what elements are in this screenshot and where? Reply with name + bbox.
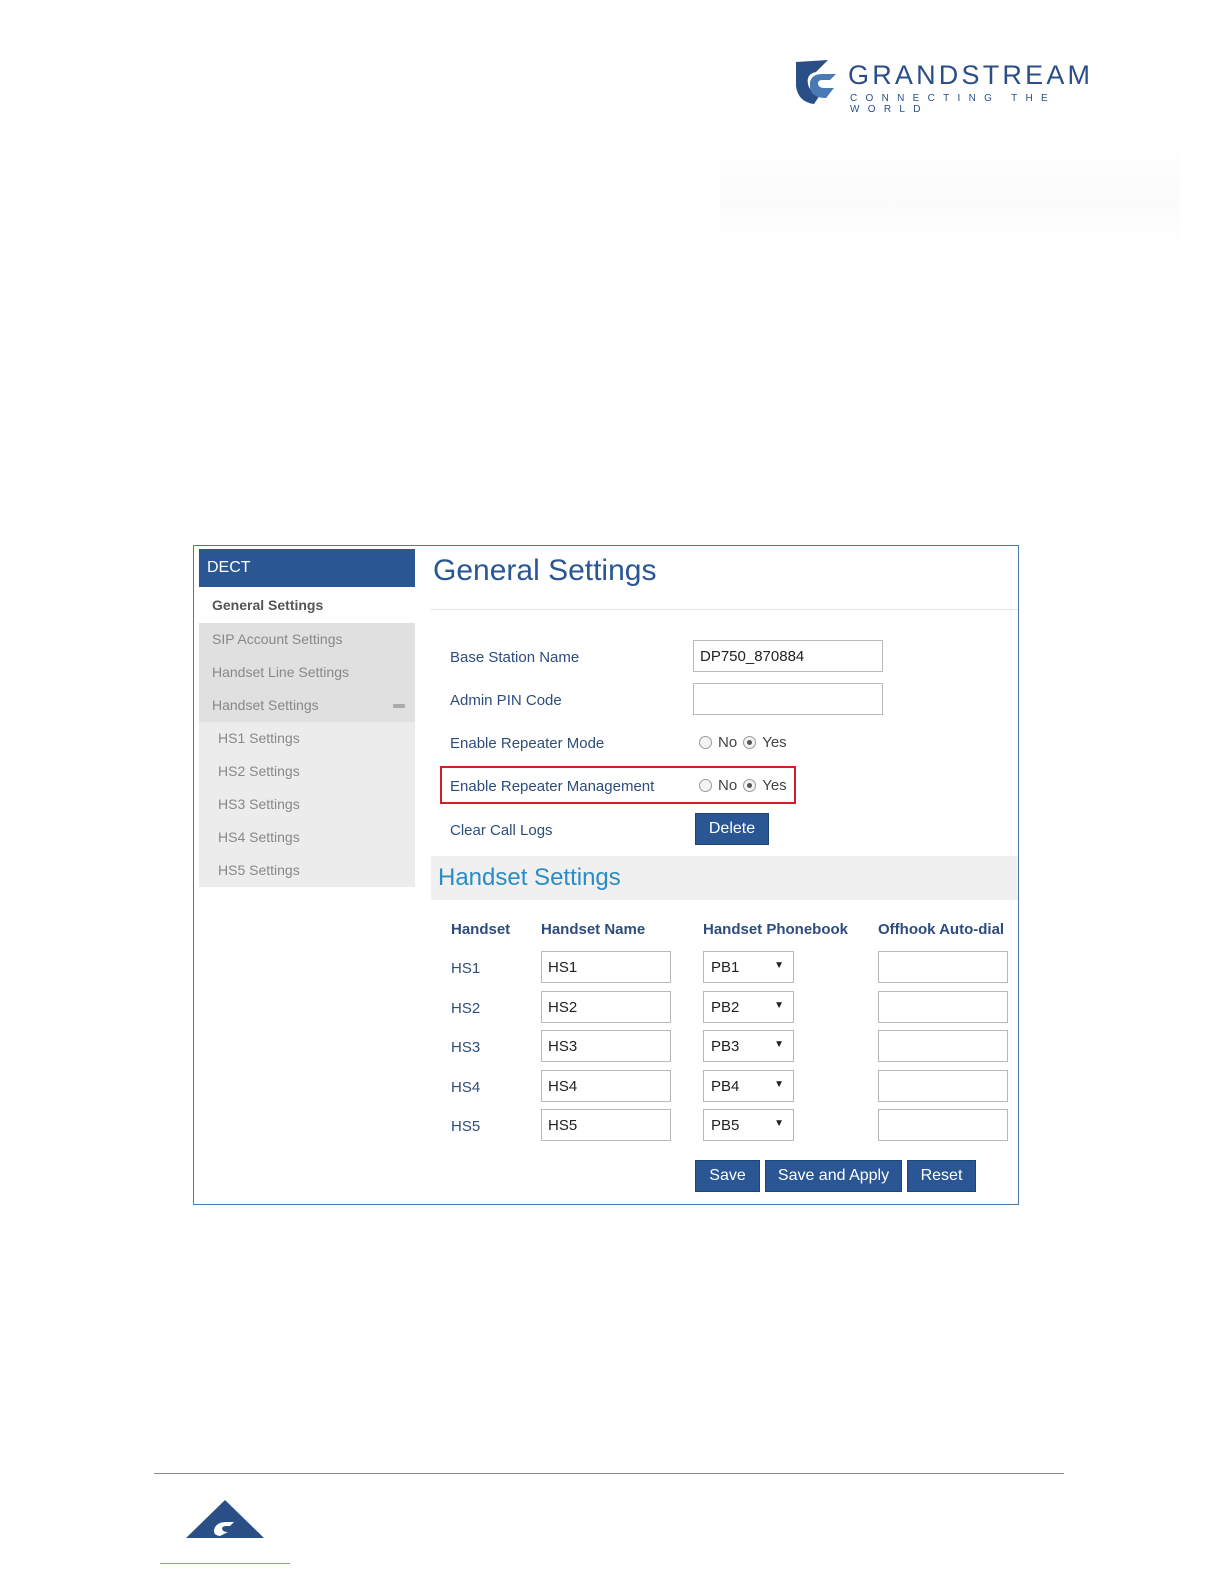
handset-name-input[interactable] — [541, 1030, 671, 1062]
admin-pin-label: Admin PIN Code — [450, 692, 562, 709]
col-header-handset-phonebook: Handset Phonebook — [703, 921, 849, 938]
repeater-mode-radios: No Yes — [699, 734, 793, 751]
phonebook-select[interactable]: PB3 ▼ — [703, 1030, 794, 1062]
offhook-autodial-input[interactable] — [878, 1030, 1008, 1062]
offhook-autodial-input[interactable] — [878, 1109, 1008, 1141]
page-title: General Settings — [433, 554, 657, 587]
phonebook-select[interactable]: PB1 ▼ — [703, 951, 794, 983]
sidebar-item-handset-settings[interactable]: Handset Settings — [199, 689, 415, 722]
repeater-mode-yes-radio[interactable] — [743, 736, 757, 749]
brand-tagline: CONNECTING THE WORLD — [850, 93, 1057, 115]
repeater-management-label: Enable Repeater Management — [450, 778, 655, 795]
clear-call-logs-label: Clear Call Logs — [450, 822, 553, 839]
radio-label-no: No — [718, 777, 738, 794]
phonebook-value: PB4 — [711, 1078, 740, 1095]
dropdown-arrow-icon: ▼ — [774, 1000, 784, 1011]
radio-label-yes: Yes — [762, 734, 787, 751]
sidebar-item-hs4-settings[interactable]: HS4 Settings — [199, 821, 415, 854]
sidebar-item-hs3-settings[interactable]: HS3 Settings — [199, 788, 415, 821]
save-button[interactable]: Save — [695, 1160, 760, 1192]
footer-divider — [154, 1473, 1064, 1474]
phonebook-value: PB1 — [711, 959, 740, 976]
logo-backdrop — [720, 140, 1180, 245]
handset-name-input[interactable] — [541, 991, 671, 1023]
sidebar-item-hs2-settings[interactable]: HS2 Settings — [199, 755, 415, 788]
sidebar-item-label: Handset Settings — [212, 697, 319, 713]
grandstream-logo: GRANDSTREAM CONNECTING THE WORLD — [792, 58, 1122, 115]
sidebar-item-sip-account-settings[interactable]: SIP Account Settings — [199, 623, 415, 656]
offhook-autodial-input[interactable] — [878, 991, 1008, 1023]
handset-name-input[interactable] — [541, 1109, 671, 1141]
table-row-handset: HS2 — [451, 1000, 481, 1017]
repeater-management-radios: No Yes — [699, 777, 793, 794]
section-title: Handset Settings — [438, 864, 621, 891]
phonebook-select[interactable]: PB5 ▼ — [703, 1109, 794, 1141]
table-row-handset: HS1 — [451, 960, 481, 977]
col-header-handset-name: Handset Name — [541, 921, 646, 938]
phonebook-value: PB5 — [711, 1117, 740, 1134]
handset-section-header: Handset Settings — [431, 856, 1018, 900]
grandstream-footer-icon — [186, 1500, 264, 1538]
repeater-mode-label: Enable Repeater Mode — [450, 735, 605, 752]
col-header-offhook-autodial: Offhook Auto-dial — [878, 921, 1005, 938]
repeater-management-yes-radio[interactable] — [743, 779, 757, 792]
sidebar-group: SIP Account Settings Handset Line Settin… — [199, 623, 415, 887]
sidebar-header[interactable]: DECT — [199, 549, 415, 587]
settings-window: DECT General Settings SIP Account Settin… — [193, 545, 1019, 1205]
sidebar-item-hs1-settings[interactable]: HS1 Settings — [199, 722, 415, 755]
offhook-autodial-input[interactable] — [878, 1070, 1008, 1102]
handset-name-input[interactable] — [541, 1070, 671, 1102]
table-row-handset: HS5 — [451, 1118, 481, 1135]
collapse-icon[interactable] — [393, 704, 405, 708]
brand-name: GRANDSTREAM — [848, 60, 1094, 90]
base-station-name-input[interactable] — [693, 640, 883, 672]
phonebook-value: PB2 — [711, 999, 740, 1016]
radio-label-no: No — [718, 734, 738, 751]
phonebook-select[interactable]: PB2 ▼ — [703, 991, 794, 1023]
dropdown-arrow-icon: ▼ — [774, 1039, 784, 1050]
sidebar: DECT General Settings SIP Account Settin… — [199, 549, 415, 887]
handset-name-input[interactable] — [541, 951, 671, 983]
col-header-handset: Handset — [451, 921, 511, 938]
admin-pin-input[interactable] — [693, 683, 883, 715]
offhook-autodial-input[interactable] — [878, 951, 1008, 983]
footer-accent-line — [160, 1563, 290, 1564]
table-row-handset: HS3 — [451, 1039, 481, 1056]
delete-button[interactable]: Delete — [695, 813, 769, 845]
dropdown-arrow-icon: ▼ — [774, 1118, 784, 1129]
repeater-mode-no-radio[interactable] — [699, 736, 712, 749]
dropdown-arrow-icon: ▼ — [774, 960, 784, 971]
sidebar-item-general-settings[interactable]: General Settings — [199, 587, 415, 623]
repeater-management-no-radio[interactable] — [699, 779, 712, 792]
reset-button[interactable]: Reset — [907, 1160, 976, 1192]
title-divider — [431, 609, 1018, 610]
sidebar-submenu: HS1 Settings HS2 Settings HS3 Settings H… — [199, 722, 415, 887]
table-row-handset: HS4 — [451, 1079, 481, 1096]
sidebar-item-hs5-settings[interactable]: HS5 Settings — [199, 854, 415, 887]
sidebar-item-handset-line-settings[interactable]: Handset Line Settings — [199, 656, 415, 689]
dropdown-arrow-icon: ▼ — [774, 1079, 784, 1090]
phonebook-select[interactable]: PB4 ▼ — [703, 1070, 794, 1102]
grandstream-swirl-icon — [796, 60, 836, 104]
radio-label-yes: Yes — [762, 777, 787, 794]
save-and-apply-button[interactable]: Save and Apply — [765, 1160, 902, 1192]
phonebook-value: PB3 — [711, 1038, 740, 1055]
base-station-name-label: Base Station Name — [450, 649, 580, 666]
